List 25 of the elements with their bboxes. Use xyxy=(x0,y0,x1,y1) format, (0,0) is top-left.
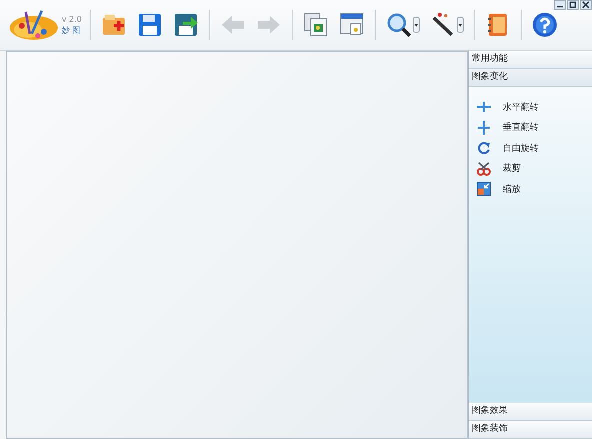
version-label: v 2.0 xyxy=(62,14,82,25)
section-header[interactable]: 常用功能 xyxy=(469,51,592,69)
vflip-icon xyxy=(477,120,491,135)
transform-item[interactable]: 垂直翻转 xyxy=(503,121,539,134)
hflip-icon xyxy=(477,100,491,114)
minimize-button[interactable] xyxy=(554,0,566,10)
transform-item[interactable]: 缩放 xyxy=(503,182,521,196)
restore-icon xyxy=(569,1,577,9)
close-icon xyxy=(582,1,590,9)
section-header[interactable]: 图象装饰 xyxy=(469,421,592,439)
section-header[interactable]: 图象变化 xyxy=(469,69,592,87)
app-name: 妙 图 xyxy=(62,25,82,36)
help-button[interactable] xyxy=(530,10,560,40)
scale-icon xyxy=(477,182,491,196)
transform-item[interactable]: 水平翻转 xyxy=(503,100,539,114)
close-button[interactable] xyxy=(580,0,592,10)
restore-button[interactable] xyxy=(567,0,579,10)
transform-item[interactable]: 自由旋转 xyxy=(503,142,539,155)
crop-icon xyxy=(477,162,491,176)
dropdown-icon[interactable] xyxy=(413,17,420,33)
rotate-icon xyxy=(477,141,491,156)
transform-item[interactable]: 裁剪 xyxy=(503,162,521,176)
dropdown-icon[interactable] xyxy=(457,17,464,33)
section-header[interactable]: 图象效果 xyxy=(469,403,592,421)
palette-logo-icon xyxy=(8,8,60,42)
